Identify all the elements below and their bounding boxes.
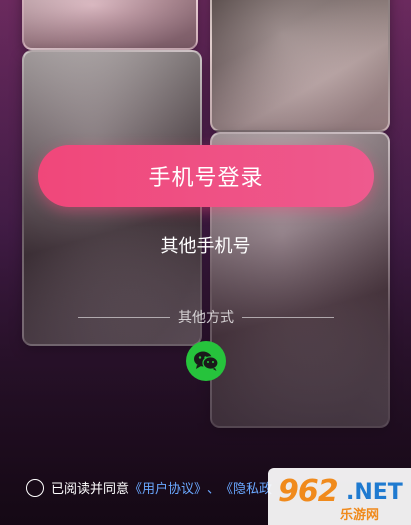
other-phone-button[interactable]: 其他手机号 xyxy=(0,232,411,258)
divider-line-left xyxy=(78,316,170,318)
phone-login-label: 手机号登录 xyxy=(148,166,264,191)
user-agreement-link[interactable]: 《用户协议》 xyxy=(129,478,207,497)
background-photo-2 xyxy=(210,0,390,132)
background-photo-1 xyxy=(22,0,198,50)
phone-login-button[interactable]: 手机号登录 xyxy=(38,145,374,207)
agreement-prefix: 已阅读并同意 xyxy=(51,482,130,497)
radio-unchecked-icon[interactable] xyxy=(26,478,44,497)
privacy-policy-link[interactable]: 《隐私政 xyxy=(220,478,272,497)
wechat-icon xyxy=(194,351,219,371)
divider-line-right xyxy=(242,316,334,318)
watermark-suffix: .NET xyxy=(346,480,403,505)
watermark-subtitle: 乐游网 xyxy=(340,508,380,523)
other-methods-label: 其他方式 xyxy=(178,310,234,326)
other-methods-divider: 其他方式 xyxy=(78,307,334,327)
wechat-login-button[interactable] xyxy=(186,341,226,381)
watermark-logo: 962 xyxy=(278,474,339,509)
other-phone-label: 其他手机号 xyxy=(160,236,251,257)
agreement-separator: 、 xyxy=(207,482,221,497)
